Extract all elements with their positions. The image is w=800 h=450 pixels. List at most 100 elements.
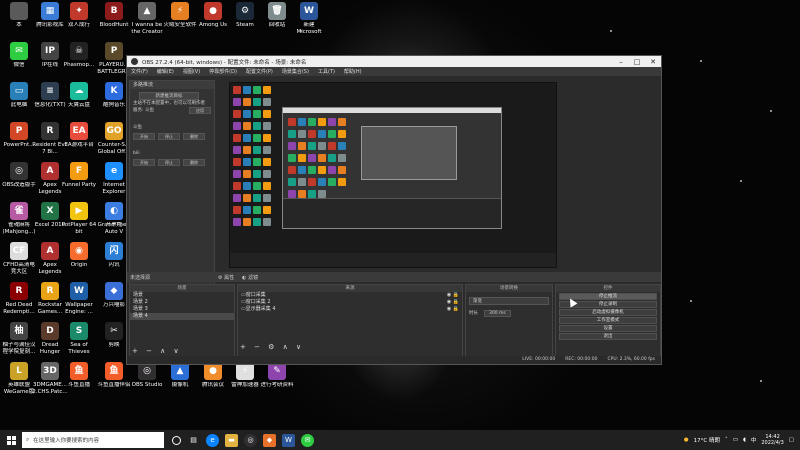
desktop-icon[interactable]: ⚙ Steam (228, 2, 262, 40)
desktop-icon[interactable]: S Sea of Thieves (62, 322, 96, 360)
visibility-lock-icon[interactable]: ◉ 🔒 (447, 306, 462, 313)
preview-canvas[interactable] (229, 82, 557, 268)
desktop-icon[interactable]: ⚡ 雷神加速器 (228, 362, 262, 400)
source-item[interactable]: ▭ 显示器采集 4 ◉ 🔒 (238, 306, 462, 313)
desktop-icon[interactable]: P PowerPnt... (2, 122, 36, 160)
word-taskbar-icon[interactable]: W (282, 433, 295, 447)
control-button[interactable]: 设置 (559, 325, 657, 332)
ime-icon[interactable]: 中 (751, 436, 757, 444)
live-status: LIVE: 00:00:00 (522, 357, 556, 362)
clock-date: 2022/4/3 (761, 440, 784, 446)
scene-item[interactable]: 场景 3 (130, 306, 234, 313)
desktop-icon[interactable]: ▲ I wanna be the Creator (130, 2, 164, 40)
menu-item[interactable]: 视图(V) (183, 68, 200, 75)
maximize-button[interactable]: □ (629, 58, 645, 66)
desktop-icon-label: 新建 Microsoft Word... (296, 22, 322, 35)
notification-icon[interactable]: ▢ (789, 437, 794, 443)
stream-target-button[interactable]: 停止 (158, 133, 180, 140)
control-button[interactable]: 工作室模式 (559, 317, 657, 324)
stream-target-button[interactable]: 开始 (133, 133, 155, 140)
edge-icon[interactable]: e (206, 433, 219, 447)
desktop-icon[interactable]: ☠ Phasmop... (62, 42, 96, 80)
taskbar-search[interactable]: ⌕ 在这里输入你要搜索的内容 (22, 432, 164, 448)
desktop-icon[interactable]: ✉ 微信 (2, 42, 36, 80)
desktop-icon[interactable]: ● 腾讯会议 (196, 362, 230, 400)
desktop-icon[interactable]: F Funnel Party (62, 162, 96, 200)
stream-target-button[interactable]: 删除 (183, 159, 205, 166)
visibility-lock-icon[interactable]: ◉ 🔒 (447, 299, 462, 306)
new-target-button[interactable]: 新建推流目标 (139, 92, 199, 100)
source-item[interactable]: ▭ 窗口采集 ◉ 🔒 (238, 292, 462, 299)
filters-button[interactable]: ◐ 滤镜 (242, 274, 258, 281)
file-explorer-icon[interactable]: ▬ (225, 433, 238, 447)
menu-item[interactable]: 停靠部件(D) (209, 68, 237, 75)
desktop-icon[interactable]: ▶ PotPlayer 64 bit (62, 202, 96, 240)
menu-item[interactable]: 文件(F) (131, 68, 148, 75)
desktop-icon-label: 摄像机 (171, 382, 189, 388)
duration-input[interactable]: 300 ms (484, 310, 511, 317)
menu-item[interactable]: 配置文件(P) (246, 68, 273, 75)
sources-footer[interactable]: + − ⚙ ∧ ∨ (240, 343, 304, 351)
control-button[interactable]: 退出 (559, 333, 657, 340)
menu-item[interactable]: 编辑(E) (157, 68, 174, 75)
desktop-icon[interactable]: ▭ 此电脑 (2, 82, 36, 120)
stream-target-button[interactable]: 删除 (183, 133, 205, 140)
desktop-icon[interactable]: 鱼斗鱼直播 (62, 362, 96, 400)
visibility-lock-icon[interactable]: ◉ 🔒 (447, 292, 462, 299)
desktop-icon[interactable]: 雀雀魂麻将(Mahjong...) (2, 202, 36, 240)
app-icon: 柚 (10, 322, 28, 340)
app-taskbar-icon[interactable]: ◆ (263, 433, 276, 447)
desktop-icon[interactable]: ◎ OBS改造版手 (2, 162, 36, 200)
stream-target-button[interactable]: 停止 (158, 159, 180, 166)
transition-select[interactable]: 渐变 (469, 297, 549, 305)
obs-window[interactable]: OBS 27.2.4 (64-bit, windows) - 配置文件: 未命名… (126, 55, 662, 365)
obs-titlebar[interactable]: OBS 27.2.4 (64-bit, windows) - 配置文件: 未命名… (127, 56, 661, 67)
scene-item[interactable]: 场景 2 (130, 299, 234, 306)
desktop-icon[interactable]: ◎ OBS Studio (130, 362, 164, 400)
task-view-icon[interactable]: ▤ (187, 434, 200, 447)
desktop-icon[interactable]: ✦ 双人成行 (62, 2, 96, 40)
desktop-icon[interactable]: 🗑 回收站 (260, 2, 294, 40)
app-icon: IP (41, 42, 59, 60)
start-button[interactable] (0, 430, 22, 450)
app-icon: ☠ (70, 42, 88, 60)
scene-item[interactable]: 场景 4 (130, 313, 234, 320)
cortana-icon[interactable] (172, 435, 181, 445)
weather-text[interactable]: 17°C 晴朗 (694, 436, 720, 444)
desktop-icon[interactable]: W Wallpaper Engine: ... (62, 282, 96, 320)
close-button[interactable]: ✕ (645, 58, 661, 66)
desktop-icon[interactable]: L 英雄联盟WeGame版 (2, 362, 36, 400)
desktop-icon[interactable]: ● Among Us (196, 2, 230, 40)
desktop-icon[interactable]: CF CFHD高清电竞大区 (2, 242, 36, 280)
menu-item[interactable]: 场景集合(S) (282, 68, 309, 75)
properties-button[interactable]: ⚙ 属性 (218, 274, 234, 281)
desktop-icon[interactable]: 柚柚子与满佳汉程学院复刻... (2, 322, 36, 360)
obs-title: OBS 27.2.4 (64-bit, windows) - 配置文件: 未命名… (142, 59, 307, 66)
desktop-icon[interactable]: 本 (2, 2, 36, 40)
desktop-icon[interactable]: B BloodHunt (97, 2, 131, 40)
desktop-icon[interactable]: W 新建 Microsoft Word... (292, 2, 326, 40)
apply-button[interactable]: 应用 (189, 107, 211, 114)
stream-target-button[interactable]: 开始 (133, 159, 155, 166)
desktop-icon[interactable]: ◉ Origin (62, 242, 96, 280)
network-icon[interactable]: ▭ (733, 437, 738, 443)
desktop-icon[interactable]: ☁ 天翼云盘 (62, 82, 96, 120)
scene-item[interactable]: 场景 (130, 292, 234, 299)
volume-icon[interactable]: ◖ (743, 437, 746, 443)
desktop-icon[interactable]: ⚡ 火绒安全软件 (163, 2, 197, 40)
desktop-icon[interactable]: ▲ 摄像机 (163, 362, 197, 400)
menu-item[interactable]: 工具(T) (318, 68, 335, 75)
minimize-button[interactable]: – (613, 58, 629, 66)
source-item[interactable]: ▭ 窗口采集 2 ◉ 🔒 (238, 299, 462, 306)
scenes-footer[interactable]: + − ∧ ∨ (132, 347, 182, 355)
obs-taskbar-icon[interactable]: ◎ (244, 433, 257, 447)
desktop-icon[interactable]: EA EA游戏平台 (62, 122, 96, 160)
tray-arrow-icon[interactable]: ˄ (725, 437, 728, 443)
menu-item[interactable]: 帮助(H) (344, 68, 362, 75)
wechat-taskbar-icon[interactable]: ✉ (301, 433, 314, 447)
desktop-icon[interactable]: ✎ 进行考研资料 (260, 362, 294, 400)
clock[interactable]: 14:42 2022/4/3 (761, 434, 783, 447)
desktop-icon[interactable]: 鱼斗鱼直播伴侣 (97, 362, 131, 400)
desktop-icon[interactable]: R Red Dead Redempti... (2, 282, 36, 320)
control-button[interactable]: 启动虚拟摄像机 (559, 309, 657, 316)
